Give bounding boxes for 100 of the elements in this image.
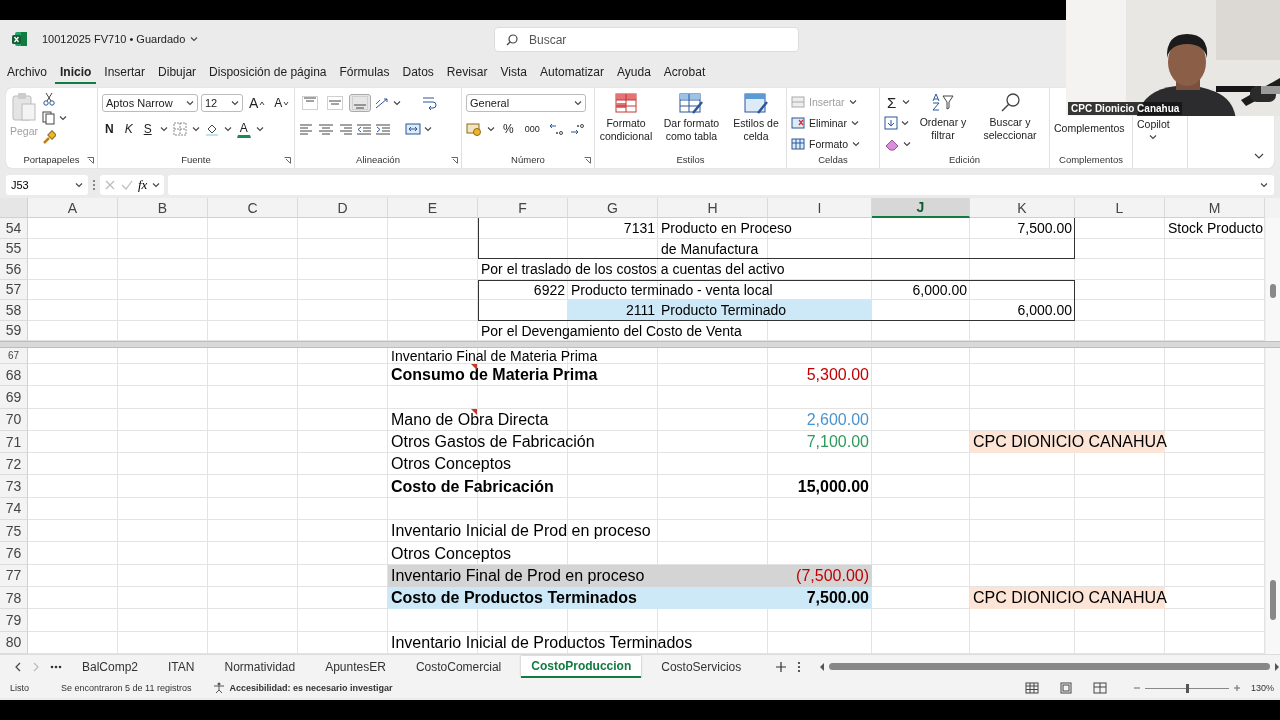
align-left-icon[interactable] xyxy=(299,122,315,136)
row-number[interactable]: 76 xyxy=(0,542,28,565)
search-field[interactable]: Buscar xyxy=(494,27,799,52)
row-number[interactable]: 57 xyxy=(0,279,28,300)
scrollbar-track[interactable] xyxy=(1265,218,1280,341)
paintbrush-icon[interactable] xyxy=(42,130,57,144)
scrollbar-thumb[interactable] xyxy=(829,663,1270,670)
menu-tab[interactable]: Disposición de página xyxy=(204,60,332,84)
row-number[interactable]: 79 xyxy=(0,609,28,632)
scroll-left-icon[interactable] xyxy=(14,661,22,672)
zoom-level[interactable]: 130% xyxy=(1250,683,1274,693)
row-number[interactable]: 56 xyxy=(0,259,28,280)
row-number[interactable]: 59 xyxy=(0,320,28,341)
copy-icon[interactable] xyxy=(42,111,57,125)
sort-filter-button[interactable]: Ordenar y filtrar xyxy=(917,92,969,154)
merge-cells-icon[interactable] xyxy=(405,122,421,136)
row-number[interactable]: 78 xyxy=(0,586,28,610)
scrollbar-track[interactable] xyxy=(1265,348,1280,654)
menu-tab[interactable]: Datos xyxy=(397,60,439,84)
increase-decimal-icon[interactable] xyxy=(547,122,564,136)
add-sheet-icon[interactable] xyxy=(775,660,788,673)
align-center-icon[interactable] xyxy=(318,122,334,136)
row-number[interactable]: 54 xyxy=(0,218,28,239)
name-box[interactable]: J53 xyxy=(6,175,88,195)
zoom-in-icon[interactable] xyxy=(1232,684,1241,692)
accessibility-status[interactable]: Accesibilidad: es necesario investigar xyxy=(229,683,393,693)
font-size-field[interactable]: 12 xyxy=(201,94,243,112)
shrink-font-button[interactable]: A xyxy=(271,94,293,112)
align-right-icon[interactable] xyxy=(337,122,353,136)
dialog-launcher-icon[interactable] xyxy=(584,157,591,164)
column-header[interactable]: J xyxy=(872,198,970,218)
sheet-tab[interactable]: CostoComercial xyxy=(405,656,512,677)
orientation-icon[interactable] xyxy=(374,96,390,110)
autosum-button[interactable]: Σ xyxy=(884,91,900,113)
sheet-tab[interactable]: CostoProduccion xyxy=(521,655,642,678)
font-name-field[interactable]: Aptos Narrow xyxy=(102,94,198,112)
dialog-launcher-icon[interactable] xyxy=(284,157,291,164)
menu-tab[interactable]: Insertar xyxy=(99,60,151,84)
top-align-button[interactable] xyxy=(299,94,321,112)
scissors-icon[interactable] xyxy=(42,92,57,106)
row-number[interactable]: 71 xyxy=(0,430,28,454)
menu-tab[interactable]: Revisar xyxy=(441,60,493,84)
copilot-button[interactable]: Copilot xyxy=(1137,118,1170,154)
cell-styles-button[interactable]: Estilos de celda xyxy=(729,92,782,154)
row-number[interactable]: 74 xyxy=(0,497,28,521)
fill-down-icon[interactable] xyxy=(884,116,898,130)
table-format-button[interactable]: Dar formato como tabla xyxy=(658,92,724,154)
row-number[interactable]: 69 xyxy=(0,386,28,409)
row-number[interactable]: 70 xyxy=(0,408,28,431)
row-number[interactable]: 75 xyxy=(0,520,28,543)
formula-field[interactable] xyxy=(168,175,1274,195)
increase-indent-icon[interactable] xyxy=(375,122,391,136)
add-ins-button[interactable]: Complementos xyxy=(1054,122,1125,154)
row-number[interactable]: 72 xyxy=(0,453,28,476)
page-layout-icon[interactable] xyxy=(1058,682,1073,694)
bold-button[interactable]: N xyxy=(102,120,117,138)
menu-tab[interactable]: Automatizar xyxy=(535,60,610,84)
zoom-slider-thumb[interactable] xyxy=(1185,683,1189,693)
row-number[interactable]: 77 xyxy=(0,564,28,587)
menu-tab[interactable]: Dibujar xyxy=(153,60,202,84)
italic-button[interactable]: K xyxy=(121,120,136,138)
row-number[interactable]: 67 xyxy=(0,348,28,364)
collapse-ribbon-icon[interactable] xyxy=(1254,153,1264,160)
page-break-icon[interactable] xyxy=(1092,682,1107,694)
number-format-field[interactable]: General xyxy=(466,94,586,112)
normal-view-icon[interactable] xyxy=(1024,682,1039,694)
sheet-tab[interactable]: ApuntesER xyxy=(315,656,396,677)
scroll-left-icon[interactable] xyxy=(819,662,826,671)
fill-color-icon[interactable] xyxy=(204,122,219,136)
menu-tab[interactable]: Fórmulas xyxy=(334,60,395,84)
delete-cells-button[interactable]: Eliminar xyxy=(791,113,861,133)
menu-tab[interactable]: Archivo xyxy=(2,60,52,84)
menu-tab[interactable]: Inicio xyxy=(55,60,97,84)
more-icon[interactable] xyxy=(50,664,62,669)
accounting-format-icon[interactable] xyxy=(466,122,482,136)
sheet-tab[interactable]: BalComp2 xyxy=(72,656,149,677)
grow-font-button[interactable]: A xyxy=(246,93,269,113)
find-select-button[interactable]: Buscar y seleccionar xyxy=(975,92,1045,154)
scrollbar-thumb[interactable] xyxy=(1270,284,1276,298)
scroll-right-icon[interactable] xyxy=(1274,662,1280,671)
more-options-icon[interactable] xyxy=(797,660,802,673)
conditional-format-button[interactable]: Formato condicional xyxy=(599,92,653,154)
percent-button[interactable]: % xyxy=(500,120,517,138)
bottom-align-button[interactable] xyxy=(349,94,371,112)
dialog-launcher-icon[interactable] xyxy=(451,157,458,164)
row-number[interactable]: 80 xyxy=(0,631,28,654)
wrap-text-icon[interactable] xyxy=(421,95,437,111)
format-cells-button[interactable]: Formato xyxy=(791,134,861,154)
row-number[interactable]: 68 xyxy=(0,364,28,387)
row-number[interactable]: 58 xyxy=(0,300,28,321)
sheet-tab[interactable]: ITAN xyxy=(158,656,205,677)
menu-tab[interactable]: Ayuda xyxy=(612,60,656,84)
underline-button[interactable]: S xyxy=(140,120,155,138)
middle-align-button[interactable] xyxy=(324,94,346,112)
eraser-icon[interactable] xyxy=(884,137,900,151)
decrease-indent-icon[interactable] xyxy=(356,122,372,136)
sheet-tab[interactable]: CostoServicios xyxy=(651,656,752,677)
decrease-decimal-icon[interactable] xyxy=(568,122,585,136)
scrollbar-thumb[interactable] xyxy=(1270,580,1276,620)
menu-tab[interactable]: Vista xyxy=(495,60,532,84)
